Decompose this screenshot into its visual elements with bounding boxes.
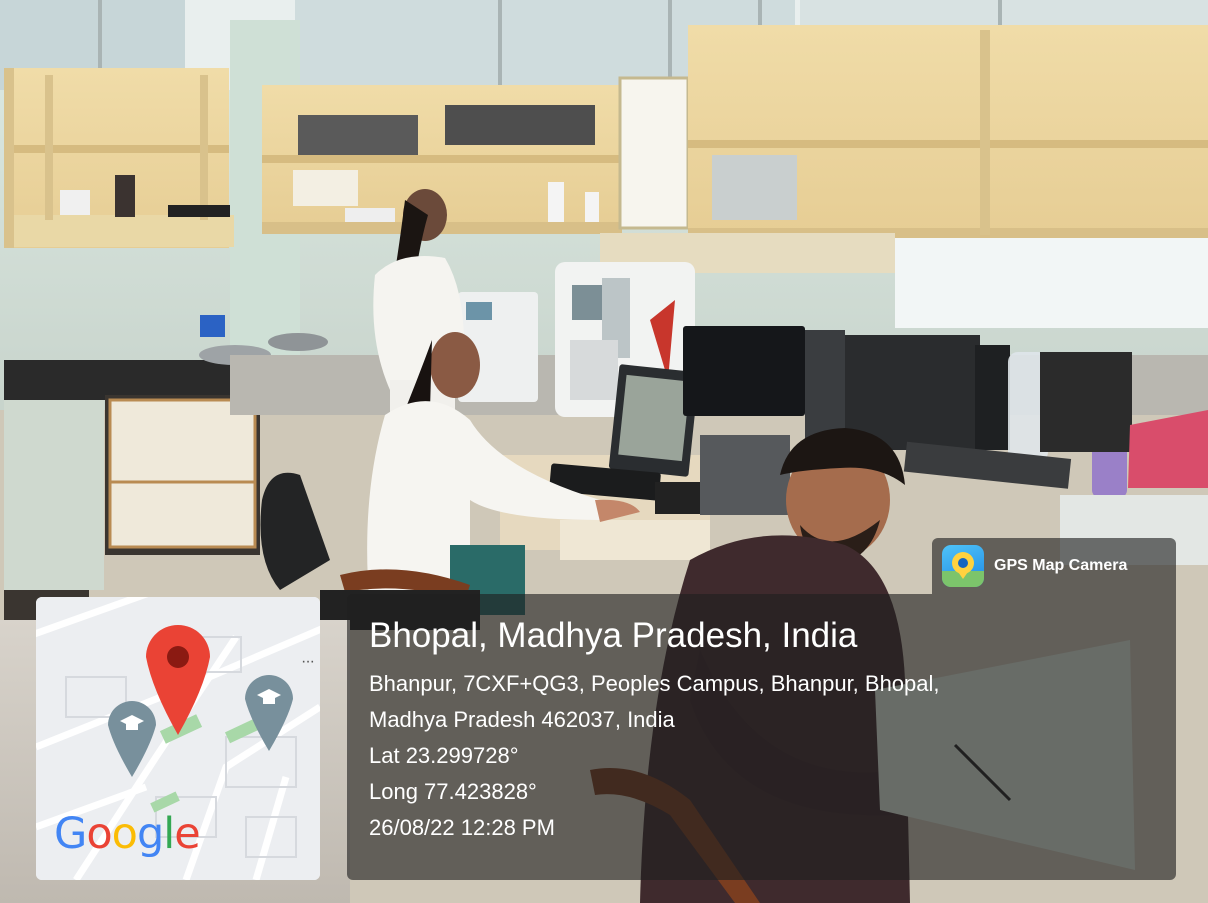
google-logo: Google bbox=[54, 809, 201, 859]
right-shelf bbox=[688, 25, 1208, 242]
photo-frame: GPS Map Camera Bhopal, Madhya Pradesh, I… bbox=[0, 0, 1208, 903]
map-pin-icon bbox=[942, 545, 984, 587]
notice-board bbox=[618, 76, 690, 230]
google-logo-letter: l bbox=[163, 809, 175, 859]
gps-camera-badge: GPS Map Camera bbox=[932, 538, 1176, 594]
address-line-2: Madhya Pradesh 462037, India bbox=[369, 707, 675, 732]
address-line-1: Bhanpur, 7CXF+QG3, Peoples Campus, Bhanp… bbox=[369, 671, 940, 696]
left-shelf bbox=[4, 68, 234, 248]
timestamp: 26/08/22 12:28 PM bbox=[369, 815, 555, 840]
wall-light bbox=[895, 238, 1208, 328]
printer bbox=[700, 435, 790, 515]
location-title: Bhopal, Madhya Pradesh, India bbox=[369, 616, 858, 655]
longitude: Long 77.423828° bbox=[369, 779, 537, 804]
monitor-right bbox=[683, 326, 805, 416]
latitude: Lat 23.299728° bbox=[369, 743, 519, 768]
google-logo-letter: G bbox=[54, 809, 87, 859]
google-logo-letter: g bbox=[136, 809, 164, 859]
location-info-panel: Bhopal, Madhya Pradesh, India Bhanpur, 7… bbox=[347, 594, 1176, 880]
pink-bag bbox=[1128, 410, 1208, 488]
google-logo-letter: o bbox=[86, 809, 112, 859]
google-logo-letter: e bbox=[174, 809, 200, 859]
more-options-icon: ··· bbox=[301, 653, 315, 670]
google-logo-letter: o bbox=[111, 809, 138, 859]
dark-box bbox=[1040, 352, 1132, 452]
map-thumbnail: ··· Google bbox=[36, 597, 320, 880]
gps-camera-label: GPS Map Camera bbox=[994, 557, 1128, 574]
